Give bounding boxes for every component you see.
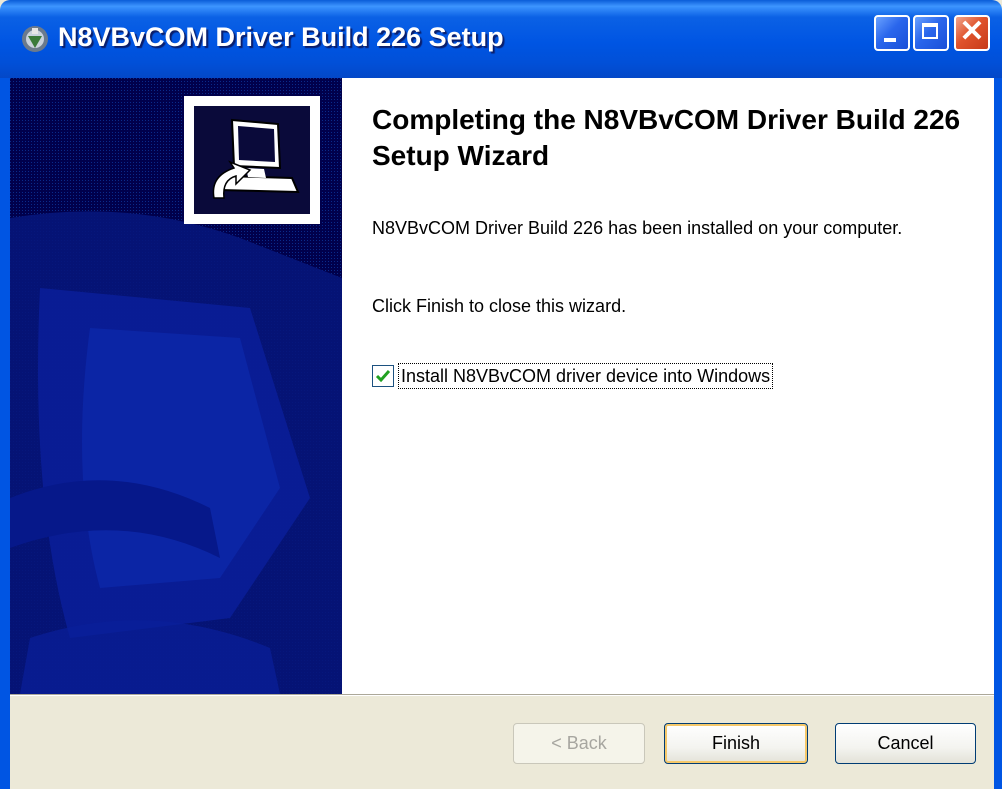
close-button[interactable]: ✕ bbox=[954, 15, 990, 51]
cancel-button[interactable]: Cancel bbox=[835, 723, 976, 764]
check-icon bbox=[375, 370, 391, 383]
maximize-button[interactable] bbox=[913, 15, 949, 51]
separator-highlight bbox=[10, 695, 994, 696]
setup-icon bbox=[20, 24, 50, 54]
window-title: N8VBvCOM Driver Build 226 Setup bbox=[58, 22, 504, 52]
window-border-right bbox=[994, 78, 1002, 789]
finish-instruction: Click Finish to close this wizard. bbox=[372, 296, 627, 316]
window-border-left bbox=[0, 78, 10, 789]
back-button[interactable]: < Back bbox=[513, 723, 645, 764]
install-driver-checkbox-label[interactable]: Install N8VBvCOM driver device into Wind… bbox=[398, 363, 774, 389]
computer-install-icon bbox=[184, 96, 320, 224]
install-driver-checkbox-row[interactable]: Install N8VBvCOM driver device into Wind… bbox=[372, 362, 774, 390]
title-bar[interactable]: N8VBvCOM Driver Build 226 Setup ✕ bbox=[0, 0, 1002, 78]
install-complete-message: N8VBvCOM Driver Build 226 has been insta… bbox=[372, 218, 903, 238]
wizard-content: Completing the N8VBvCOM Driver Build 226… bbox=[342, 78, 994, 694]
wizard-banner bbox=[10, 78, 342, 694]
finish-button[interactable]: Finish bbox=[664, 723, 808, 764]
page-title: Completing the N8VBvCOM Driver Build 226… bbox=[372, 104, 961, 171]
minimize-button[interactable] bbox=[874, 15, 910, 51]
close-icon: ✕ bbox=[959, 15, 985, 48]
install-driver-checkbox[interactable] bbox=[372, 365, 394, 387]
